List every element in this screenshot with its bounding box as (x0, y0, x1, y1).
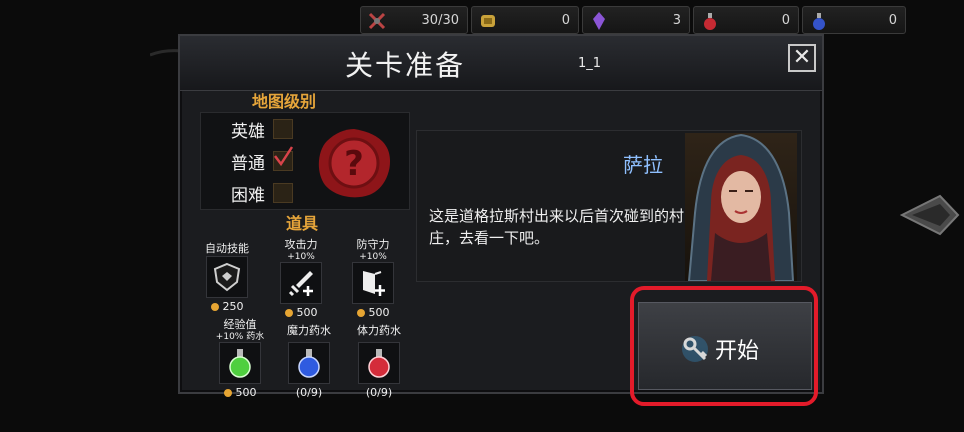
close-button[interactable]: ✕ (788, 44, 816, 72)
item-slot (280, 262, 322, 304)
level-hero-label: 英雄 (231, 122, 265, 142)
item-count: (0/9) (295, 386, 323, 399)
seal-symbol: ? (344, 144, 364, 184)
sword-plus-icon (288, 271, 313, 297)
green-potion-icon (229, 349, 251, 378)
close-icon: ✕ (792, 45, 812, 70)
next-arrow-icon[interactable] (900, 190, 960, 240)
item-mana-potion[interactable]: 魔力药水 (0/9) (276, 322, 342, 399)
question-seal-icon: ? (318, 129, 391, 198)
item-sub: +10% (287, 252, 315, 262)
gold-value: 0 (561, 12, 570, 28)
checkmark-icon (274, 146, 294, 167)
key-icon (682, 336, 708, 362)
shield-icon (213, 262, 241, 292)
item-cost: 500 (340, 306, 406, 319)
crossed-axes-icon (368, 12, 386, 30)
coin-icon (223, 388, 232, 397)
item-sub: +10% (359, 252, 387, 262)
item-slot (352, 262, 394, 304)
item-name: 经验值 (223, 318, 257, 331)
item-count: (0/9) (365, 386, 393, 399)
item-name: 魔力药水 (287, 324, 331, 337)
story-box: 萨拉 这是道格拉斯村出来以后首次碰到的村庄，去看一下吧。 (416, 130, 802, 282)
blue-potion-icon (813, 13, 825, 30)
purple-crystal-icon (593, 12, 605, 30)
shield-plus-icon (363, 271, 385, 296)
coin-icon (210, 302, 219, 311)
red-potion-counter[interactable]: 0 (693, 6, 799, 34)
stamina-value: 30/30 (421, 12, 459, 28)
item-slot (206, 256, 248, 298)
item-auto-skill[interactable]: 自动技能 250 (194, 240, 260, 313)
item-stamina-potion[interactable]: 体力药水 (0/9) (346, 322, 412, 399)
level-normal-label: 普通 (231, 154, 265, 174)
story-text: 这是道格拉斯村出来以后首次碰到的村庄，去看一下吧。 (429, 207, 685, 247)
item-name: 体力药水 (357, 324, 401, 337)
dialog-title: 关卡准备 (344, 49, 465, 82)
level-hard-checkbox[interactable] (273, 183, 293, 203)
dialog-titlebar: 关卡准备 1_1 ✕ (180, 36, 822, 91)
item-cost: 500 (200, 386, 280, 399)
item-cost: 250 (194, 300, 260, 313)
item-name: 防守力 (356, 238, 390, 251)
start-label: 开始 (715, 339, 760, 364)
item-slot (358, 342, 400, 384)
item-name: 自动技能 (205, 242, 249, 255)
crystal-counter[interactable]: 3 (582, 6, 690, 34)
coin-icon (284, 308, 293, 317)
stage-number: 1_1 (578, 56, 602, 71)
item-exp-potion[interactable]: 经验值 +10% 药水 500 (200, 316, 280, 399)
stamina-counter[interactable]: 30/30 (360, 6, 468, 34)
gold-counter[interactable]: 0 (471, 6, 579, 34)
level-hero-checkbox[interactable] (273, 119, 293, 139)
npc-name: 萨拉 (623, 153, 663, 177)
red-potion-value: 0 (781, 12, 790, 28)
blue-potion-counter[interactable]: 0 (802, 6, 906, 34)
map-level-header: 地图级别 (252, 92, 317, 111)
start-highlight: 开始 (630, 286, 818, 406)
gold-scroll-icon (481, 15, 495, 27)
map-level-box: 英雄 普通 困难 ? (200, 112, 410, 210)
item-sub: +10% 药水 (215, 332, 265, 342)
items-header: 道具 (286, 214, 319, 233)
red-potion-icon (704, 13, 716, 30)
level-normal-checkbox[interactable] (273, 146, 294, 171)
item-defense[interactable]: 防守力 +10% 500 (340, 236, 406, 319)
crystal-value: 3 (672, 12, 681, 28)
start-button[interactable]: 开始 (638, 302, 812, 390)
npc-portrait (685, 133, 797, 281)
blue-potion-icon (298, 349, 320, 378)
resource-bar: 30/30 0 3 0 0 (360, 6, 906, 36)
level-hard-label: 困难 (231, 186, 265, 206)
item-slot (219, 342, 261, 384)
item-slot (288, 342, 330, 384)
item-attack[interactable]: 攻击力 +10% 500 (268, 236, 334, 319)
blue-potion-value: 0 (888, 12, 897, 28)
item-name: 攻击力 (284, 238, 318, 251)
red-potion-icon (368, 349, 390, 378)
coin-icon (356, 308, 365, 317)
